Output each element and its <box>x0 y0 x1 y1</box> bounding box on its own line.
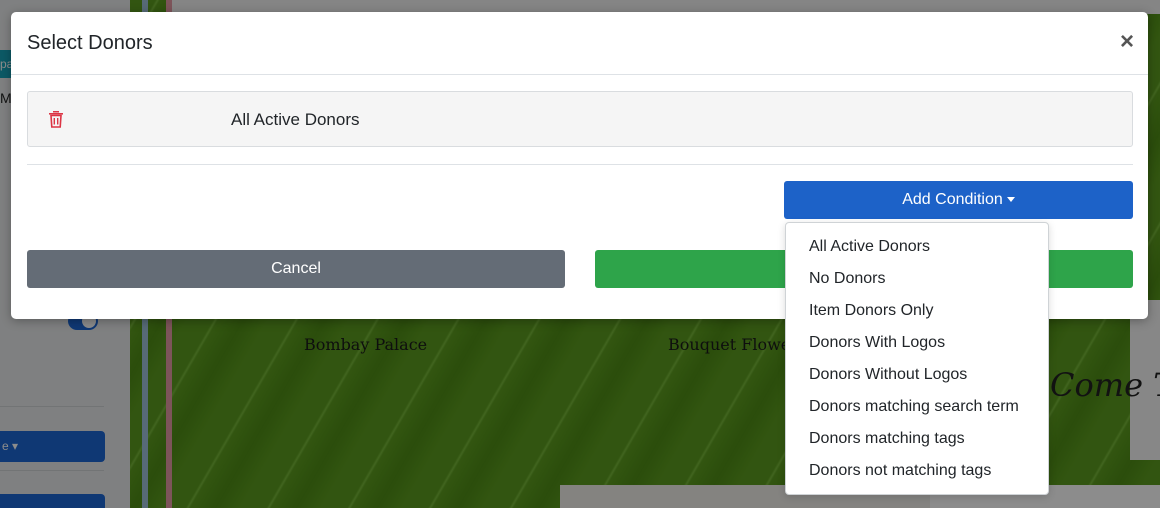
dropdown-item-donors-without-logos[interactable]: Donors Without Logos <box>786 359 1048 391</box>
dropdown-item-item-donors-only[interactable]: Item Donors Only <box>786 295 1048 327</box>
trash-icon[interactable] <box>48 110 64 128</box>
dropdown-item-donors-with-logos[interactable]: Donors With Logos <box>786 327 1048 359</box>
close-button[interactable]: × <box>1120 28 1134 56</box>
modal-header: Select Donors × <box>11 12 1148 75</box>
condition-label: All Active Donors <box>231 110 360 129</box>
caret-down-icon <box>1006 197 1015 203</box>
dropdown-item-no-donors[interactable]: No Donors <box>786 263 1048 295</box>
dropdown-item-all-active-donors[interactable]: All Active Donors <box>786 231 1048 263</box>
divider <box>27 164 1133 165</box>
modal-title: Select Donors <box>27 32 153 54</box>
dropdown-item-donors-matching-tags[interactable]: Donors matching tags <box>786 423 1048 455</box>
add-condition-button[interactable]: Add Condition <box>784 181 1133 219</box>
dropdown-item-donors-matching-search-term[interactable]: Donors matching search term <box>786 391 1048 423</box>
condition-row: All Active Donors <box>27 91 1133 147</box>
dropdown-item-donors-not-matching-tags[interactable]: Donors not matching tags <box>786 455 1048 487</box>
add-condition-dropdown: All Active Donors No Donors Item Donors … <box>785 222 1049 495</box>
cancel-button[interactable]: Cancel <box>27 250 565 288</box>
add-condition-label: Add Condition <box>902 191 1003 208</box>
